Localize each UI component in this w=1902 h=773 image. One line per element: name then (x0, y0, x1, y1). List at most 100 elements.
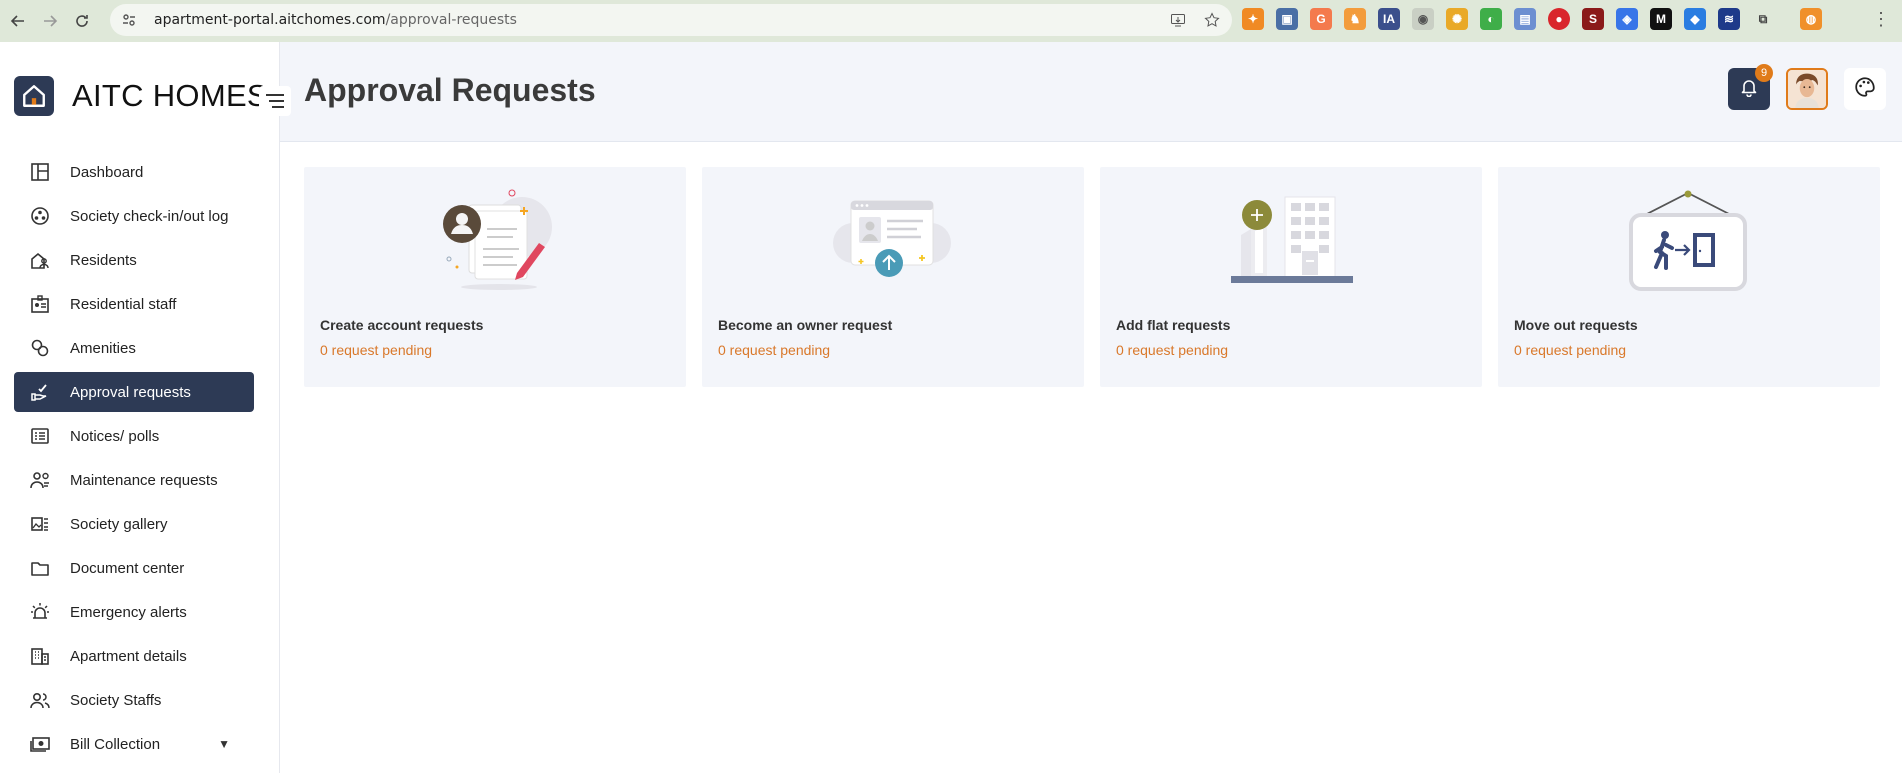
card-pending-status: 0 request pending (1116, 342, 1229, 358)
sidebar-item-approval-requests[interactable]: Approval requests (14, 372, 254, 412)
browser-toolbar: apartment-portal.aitchomes.com/approval-… (0, 0, 1902, 42)
sidebar-item-label: Document center (70, 559, 185, 577)
checkin-log-icon (28, 204, 52, 228)
sidebar-item-checkin-log[interactable]: Society check-in/out log (14, 196, 254, 236)
sidebar-item-label: Society Staffs (70, 691, 162, 709)
sidebar-item-document-center[interactable]: Document center (14, 548, 254, 588)
brand[interactable]: AITC HOMES (14, 76, 268, 116)
extension-icon[interactable]: ◉ (1412, 8, 1434, 30)
money-icon (28, 732, 52, 756)
add-flat-building-illustration (1225, 187, 1355, 297)
sidebar-item-emergency-alerts[interactable]: Emergency alerts (14, 592, 254, 632)
card-create-account-requests[interactable]: Create account requests 0 request pendin… (304, 167, 686, 387)
sidebar-item-label: Notices/ polls (70, 427, 160, 445)
sidebar-item-label: Society check-in/out log (70, 207, 229, 225)
caret-down-icon[interactable]: ▼ (218, 737, 230, 751)
sidebar-item-label: Approval requests (70, 383, 191, 401)
card-become-owner-request[interactable]: Become an owner request 0 request pendin… (702, 167, 1084, 387)
extension-icon[interactable]: IA (1378, 8, 1400, 30)
kebab-menu-icon[interactable]: ⋮ (1872, 10, 1890, 28)
forward-icon[interactable] (36, 7, 64, 35)
card-title: Move out requests (1514, 317, 1638, 333)
extension-icon[interactable]: M (1650, 8, 1672, 30)
site-info-icon[interactable] (118, 9, 140, 31)
card-move-out-requests[interactable]: Move out requests 0 request pending (1498, 167, 1880, 387)
card-title: Create account requests (320, 317, 484, 333)
main-content: Approval Requests 9 Create account reque… (280, 42, 1902, 773)
sidebar-item-residential-staff[interactable]: Residential staff (14, 284, 254, 324)
extension-icon[interactable]: ● (1548, 8, 1570, 30)
reload-icon[interactable] (68, 7, 96, 35)
user-avatar[interactable] (1786, 68, 1828, 110)
install-app-icon[interactable] (1168, 10, 1188, 30)
extension-icon[interactable]: ◆ (1684, 8, 1706, 30)
sidebar-item-society-gallery[interactable]: Society gallery (14, 504, 254, 544)
address-bar[interactable]: apartment-portal.aitchomes.com/approval-… (110, 4, 1232, 36)
puzzle-extensions-icon[interactable]: ⧉ (1752, 8, 1774, 30)
bell-icon (1739, 77, 1759, 102)
sidebar-item-label: Emergency alerts (70, 603, 187, 621)
extension-icon[interactable]: ◐ (1480, 8, 1502, 30)
sidebar-item-apartment-details[interactable]: Apartment details (14, 636, 254, 676)
url-host: apartment-portal.aitchomes.com (154, 12, 386, 28)
people-icon (28, 688, 52, 712)
extension-icon[interactable]: ≋ (1718, 8, 1740, 30)
sidebar: AITC HOMES Dashboard Society check-in/ou… (0, 42, 291, 773)
residents-icon (28, 248, 52, 272)
sidebar-item-label: Residents (70, 251, 137, 269)
extension-icon[interactable]: ▤ (1514, 8, 1536, 30)
approval-hand-icon (28, 380, 52, 404)
account-form-illustration (429, 187, 559, 297)
gallery-icon (28, 512, 52, 536)
amenities-icon (28, 336, 52, 360)
owner-upload-illustration (827, 187, 957, 297)
notification-count-badge: 9 (1755, 64, 1773, 82)
sidebar-item-label: Residential staff (70, 295, 177, 313)
notices-icon (28, 424, 52, 448)
sidebar-item-bill-collection[interactable]: Bill Collection ▼ (14, 724, 254, 764)
menu-toggle-icon[interactable] (259, 86, 291, 116)
extensions-bar: ✦ ▣ G ♞ IA ◉ ✺ ◐ ▤ ● S ◈ M ◆ ≋ ⧉ ◍ (1242, 8, 1822, 30)
page-title: Approval Requests (304, 72, 596, 108)
theme-palette-button[interactable] (1844, 68, 1886, 110)
sidebar-item-label: Apartment details (70, 647, 187, 665)
sidebar-item-notices-polls[interactable]: Notices/ polls (14, 416, 254, 456)
card-title: Become an owner request (718, 317, 893, 333)
maintenance-icon (28, 468, 52, 492)
extension-icon[interactable]: ♞ (1344, 8, 1366, 30)
card-pending-status: 0 request pending (320, 342, 433, 358)
sidebar-item-maintenance-requests[interactable]: Maintenance requests (14, 460, 254, 500)
sidebar-item-residents[interactable]: Residents (14, 240, 254, 280)
sidebar-menu: Dashboard Society check-in/out log Resid… (14, 152, 254, 768)
sidebar-item-society-staffs[interactable]: Society Staffs (14, 680, 254, 720)
sidebar-item-dashboard[interactable]: Dashboard (14, 152, 254, 192)
extension-icon[interactable]: S (1582, 8, 1604, 30)
approval-cards: Create account requests 0 request pendin… (304, 167, 1880, 387)
folder-icon (28, 556, 52, 580)
extension-icon[interactable]: ▣ (1276, 8, 1298, 30)
card-add-flat-requests[interactable]: Add flat requests 0 request pending (1100, 167, 1482, 387)
building-icon (28, 644, 52, 668)
sidebar-item-label: Maintenance requests (70, 471, 218, 489)
bookmark-star-icon[interactable] (1202, 10, 1222, 30)
sidebar-item-label: Dashboard (70, 163, 144, 181)
url-path: /approval-requests (385, 12, 517, 28)
extension-icon[interactable]: ✺ (1446, 8, 1468, 30)
sidebar-item-label: Amenities (70, 339, 136, 357)
dashboard-icon (28, 160, 52, 184)
move-out-sign-illustration (1623, 187, 1753, 297)
alert-siren-icon (28, 600, 52, 624)
extension-icon[interactable]: G (1310, 8, 1332, 30)
card-pending-status: 0 request pending (718, 342, 831, 358)
url-text: apartment-portal.aitchomes.com/approval-… (154, 12, 517, 28)
page-header: Approval Requests 9 (280, 42, 1902, 142)
extension-icon[interactable]: ✦ (1242, 8, 1264, 30)
card-title: Add flat requests (1116, 317, 1231, 333)
staff-badge-icon (28, 292, 52, 316)
sidebar-item-amenities[interactable]: Amenities (14, 328, 254, 368)
back-icon[interactable] (4, 7, 32, 35)
profile-icon[interactable]: ◍ (1800, 8, 1822, 30)
sidebar-item-label: Society gallery (70, 515, 168, 533)
extension-icon[interactable]: ◈ (1616, 8, 1638, 30)
sidebar-item-label: Bill Collection (70, 735, 161, 753)
